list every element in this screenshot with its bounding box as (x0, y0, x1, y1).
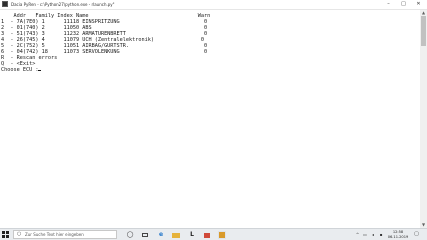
window-title: Dacia PyRen - c:\Python27\python.exe - r… (11, 2, 115, 7)
edge-icon[interactable]: e (157, 231, 165, 239)
task-view-icon[interactable]: ◯ (126, 231, 134, 239)
prompt-line[interactable]: Choose ECU : (1, 67, 42, 73)
prompt-text: Choose ECU : (1, 67, 39, 73)
launcher-icon[interactable]: L (188, 231, 196, 239)
tray-overflow-icon[interactable]: ^ (355, 229, 360, 240)
taskbar-search-box[interactable]: ○ Zur Suche Text hier eingeben (13, 230, 117, 239)
task-switch-icon[interactable] (141, 231, 149, 239)
search-placeholder: Zur Suche Text hier eingeben (25, 232, 84, 237)
terminal-icon[interactable] (218, 231, 226, 239)
taskbar: ○ Zur Suche Text hier eingeben ◯ e L ^ ▭… (0, 228, 427, 240)
console-app-icon (2, 1, 8, 7)
taskbar-clock[interactable]: 12:58 06.11.2019 (387, 230, 409, 239)
console-output[interactable]: Addr Family Index Name Warn 1 - 7A(7E0) … (0, 10, 420, 228)
notifications-icon[interactable]: ▢ (413, 229, 420, 240)
explorer-icon[interactable] (172, 231, 180, 239)
maximize-button[interactable]: □ (396, 0, 411, 9)
close-button[interactable]: ✕ (411, 0, 426, 9)
scroll-thumb[interactable] (421, 16, 426, 46)
search-icon: ○ (17, 231, 22, 237)
volume-icon[interactable]: ◂ (370, 229, 376, 240)
network-icon[interactable]: ▭ (362, 229, 368, 240)
minimize-button[interactable]: – (381, 0, 396, 9)
windows-start-icon[interactable] (2, 231, 10, 239)
text-cursor (38, 70, 42, 71)
title-bar: Dacia PyRen - c:\Python27\python.exe - r… (0, 0, 427, 10)
clock-date: 06.11.2019 (387, 234, 409, 239)
language-icon[interactable]: ▪ (378, 229, 384, 240)
store-icon[interactable] (203, 231, 211, 239)
vertical-scrollbar[interactable]: ▲ ▼ (420, 10, 427, 228)
